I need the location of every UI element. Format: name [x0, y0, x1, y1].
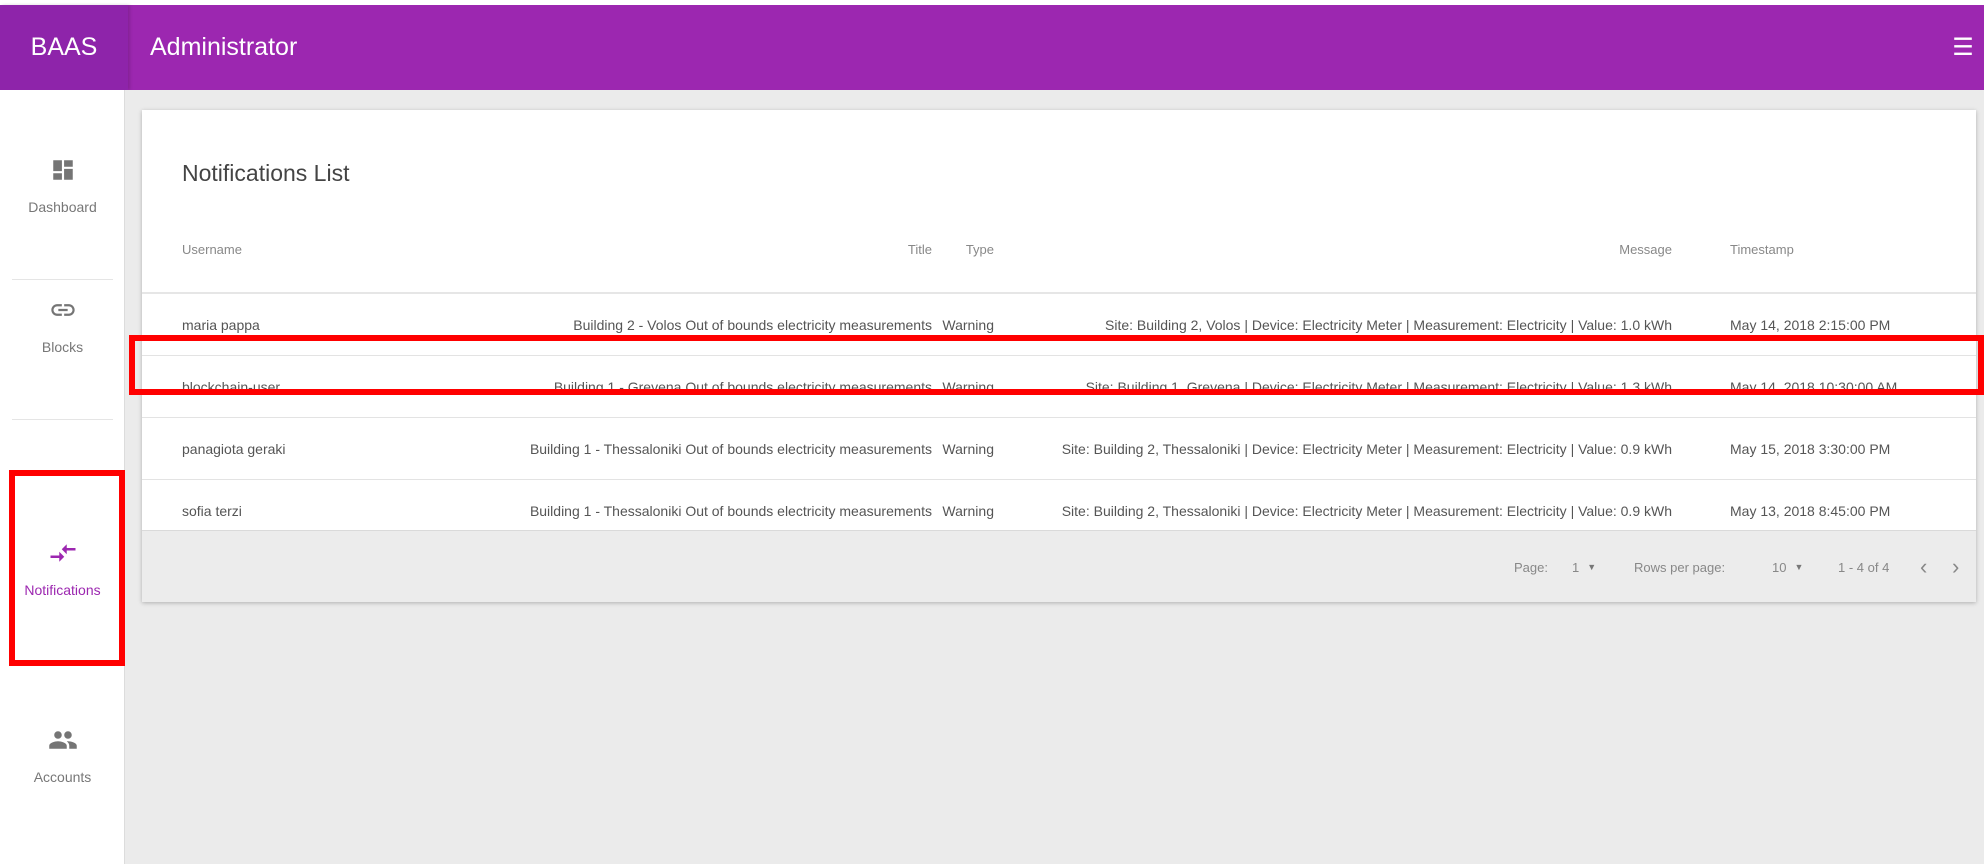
table-row[interactable]: blockchain-user Building 1 - Grevena Out…	[142, 356, 1976, 418]
sidebar-item-blocks[interactable]: Blocks	[0, 230, 125, 420]
sidebar-item-label: Dashboard	[28, 199, 97, 215]
sidebar-item-label: Accounts	[33, 769, 92, 785]
sidebar-item-notifications[interactable]: Notifications	[0, 470, 125, 666]
page-select-value: 1	[1572, 559, 1580, 575]
cell-username: blockchain-user	[182, 379, 281, 395]
page-title: Notifications List	[182, 160, 350, 186]
cell-username: panagiota geraki	[182, 441, 286, 457]
table-row[interactable]: maria pappa Building 2 - Volos Out of bo…	[142, 294, 1976, 356]
compare-arrows-icon	[48, 538, 78, 568]
column-header-message[interactable]: Message	[1542, 242, 1672, 257]
cell-timestamp: May 14, 2018 2:15:00 PM	[1730, 317, 1891, 333]
sidebar-item-accounts[interactable]: Accounts	[0, 660, 125, 850]
people-icon	[48, 725, 78, 755]
caret-down-icon: ▼	[1587, 562, 1597, 572]
chevron-right-icon[interactable]: ›	[1952, 531, 1959, 603]
column-header-type[interactable]: Type	[912, 242, 994, 257]
cell-timestamp: May 15, 2018 3:30:00 PM	[1730, 441, 1891, 457]
column-header-title[interactable]: Title	[782, 242, 932, 257]
rows-per-page-select[interactable]: 10 ▼	[1772, 531, 1803, 603]
cell-type: Warning	[942, 441, 994, 457]
column-header-timestamp[interactable]: Timestamp	[1730, 242, 1794, 257]
sidebar-item-label: Notifications	[24, 582, 101, 598]
app-bar: BAAS Administrator ☰	[0, 5, 1984, 90]
caret-down-icon: ▼	[1794, 562, 1804, 572]
brand-logo[interactable]: BAAS	[0, 5, 128, 90]
sidebar-item-label: Blocks	[41, 339, 84, 355]
cell-title: Building 1 - Grevena Out of bounds elect…	[553, 379, 932, 395]
cell-title: Building 1 - Thessaloniki Out of bounds …	[529, 441, 932, 457]
rows-per-page-label: Rows per page:	[1634, 559, 1726, 575]
cell-message: Site: Building 1, Grevena | Device: Elec…	[1085, 379, 1672, 395]
column-header-username[interactable]: Username	[182, 242, 242, 257]
cell-username: maria pappa	[182, 317, 260, 333]
link-icon	[48, 295, 78, 325]
cell-message: Site: Building 2, Thessaloniki | Device:…	[1061, 441, 1672, 457]
dashboard-icon	[48, 155, 78, 185]
rows-per-page-value: 10	[1772, 559, 1787, 575]
cell-timestamp: May 14, 2018 10:30:00 AM	[1730, 379, 1898, 395]
chevron-left-icon[interactable]: ‹	[1920, 531, 1927, 603]
main-content: Notifications List Username Title Type M…	[125, 90, 1984, 864]
cell-type: Warning	[942, 317, 994, 333]
notifications-card: Notifications List Username Title Type M…	[142, 110, 1976, 602]
page-label: Page:	[1514, 559, 1548, 575]
page-select[interactable]: 1 ▼	[1572, 531, 1596, 603]
pagination-range: 1 - 4 of 4	[1838, 559, 1890, 575]
cell-type: Warning	[942, 379, 994, 395]
table-row[interactable]: panagiota geraki Building 1 - Thessaloni…	[142, 418, 1976, 480]
sidebar: Dashboard Blocks Notifications Accounts	[0, 90, 125, 864]
pagination-bar: Page: 1 ▼ Rows per page: 10 ▼ 1 - 4 of 4…	[142, 530, 1976, 602]
app-bar-title: Administrator	[150, 33, 298, 61]
menu-icon[interactable]: ☰	[1948, 5, 1978, 90]
cell-message: Site: Building 2, Volos | Device: Electr…	[1105, 317, 1672, 333]
cell-title: Building 2 - Volos Out of bounds electri…	[573, 317, 932, 333]
